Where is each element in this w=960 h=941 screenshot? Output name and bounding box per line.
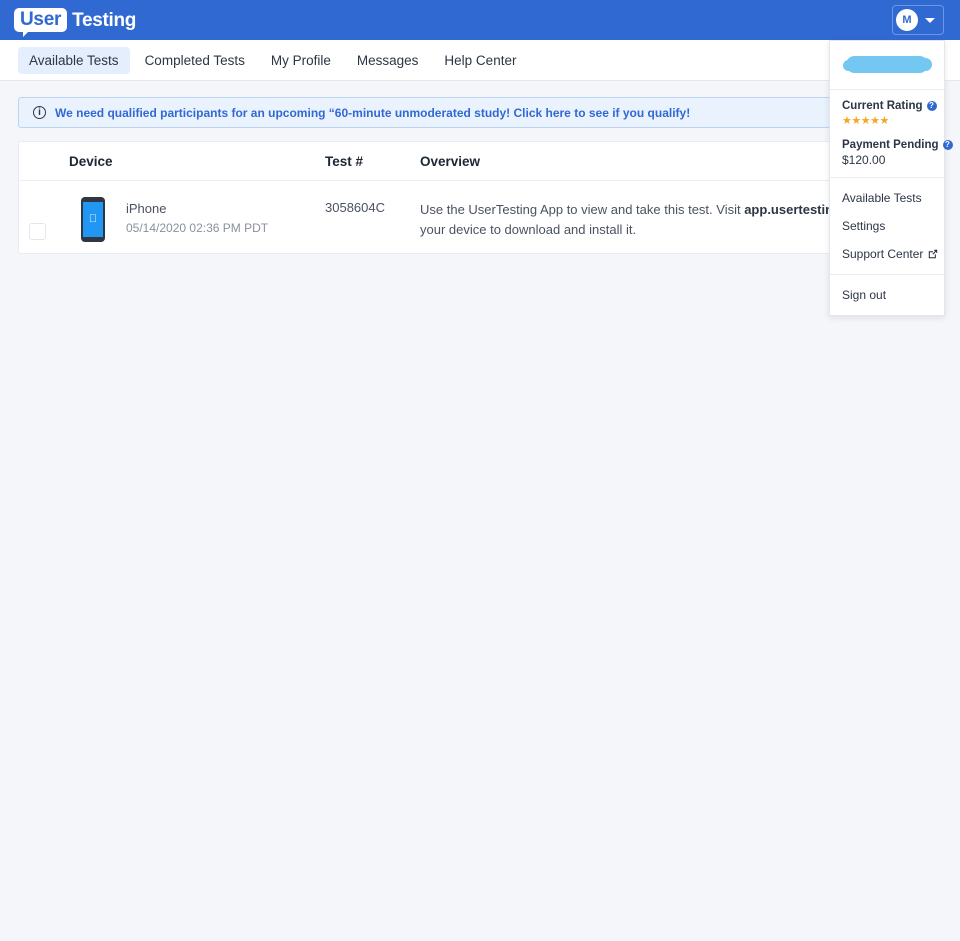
row-device-meta: iPhone 05/14/2020 02:36 PM PDT	[126, 197, 268, 237]
dropdown-item-sign-out[interactable]: Sign out	[830, 281, 944, 309]
overview-prefix: Use the UserTesting App to view and take…	[420, 202, 745, 217]
logo-bubble-text: User	[20, 9, 62, 30]
table-row:  iPhone 05/14/2020 02:36 PM PDT 3058604…	[19, 181, 941, 253]
main-navigation: Available Tests Completed Tests My Profi…	[0, 40, 960, 81]
table-header-test-number: Test #	[325, 153, 364, 169]
account-menu-button[interactable]: M	[892, 5, 944, 35]
chevron-down-icon[interactable]	[925, 17, 935, 23]
available-tests-card: Device Test # Overview  iPhone 05/14/20…	[18, 141, 942, 254]
redacted-username	[843, 56, 932, 73]
external-link-icon	[928, 249, 938, 259]
row-test-number: 3058604C	[325, 200, 385, 215]
row-device-cell:  iPhone 05/14/2020 02:36 PM PDT	[57, 197, 325, 242]
iphone-icon: 	[81, 197, 105, 242]
dropdown-item-available-tests[interactable]: Available Tests	[830, 184, 944, 212]
current-rating-label: Current Rating	[842, 100, 923, 112]
help-circle-icon-rating[interactable]: ?	[926, 101, 937, 111]
dropdown-stats-section: Current Rating ? ★★★★★ Payment Pending ?…	[830, 90, 953, 177]
avatar: M	[896, 9, 918, 31]
account-dropdown-menu: Current Rating ? ★★★★★ Payment Pending ?…	[829, 40, 953, 316]
page-content: i We need qualified participants for an …	[0, 81, 960, 254]
row-device-date: 05/14/2020 02:36 PM PDT	[126, 220, 269, 235]
top-header-bar: User Testing M	[0, 0, 960, 40]
help-circle-icon-payment[interactable]: ?	[942, 140, 953, 150]
row-select-checkbox[interactable]	[29, 223, 46, 240]
current-rating-label-row: Current Rating ?	[842, 100, 937, 112]
tab-completed-tests[interactable]: Completed Tests	[134, 47, 256, 74]
tab-my-profile[interactable]: My Profile	[260, 47, 342, 74]
row-device-name: iPhone	[126, 201, 167, 216]
dropdown-item-settings[interactable]: Settings	[830, 212, 944, 240]
row-checkbox-cell	[19, 197, 57, 240]
tab-help-center[interactable]: Help Center	[433, 47, 527, 74]
banner-text[interactable]: We need qualified participants for an up…	[55, 106, 690, 120]
apple-logo-icon: 	[89, 214, 97, 225]
tab-messages[interactable]: Messages	[346, 47, 430, 74]
dropdown-item-support-center-label: Support Center	[842, 247, 924, 261]
logo-rest-text: Testing	[72, 9, 137, 31]
payment-pending-amount: $120.00	[842, 153, 886, 167]
iphone-screen: 	[83, 202, 103, 237]
usertesting-logo[interactable]: User Testing	[14, 7, 137, 37]
dropdown-username-section	[830, 41, 944, 89]
dropdown-item-support-center[interactable]: Support Center	[830, 240, 944, 268]
row-test-number-cell: 3058604C	[325, 197, 420, 215]
qualification-banner[interactable]: i We need qualified participants for an …	[18, 97, 942, 128]
tab-available-tests[interactable]: Available Tests	[18, 46, 130, 74]
payment-pending-label: Payment Pending	[842, 139, 939, 151]
table-header-device: Device	[69, 153, 113, 169]
logo-speech-bubble: User	[14, 8, 68, 37]
table-header-row: Device Test # Overview	[19, 142, 941, 181]
payment-pending-label-row: Payment Pending ?	[842, 139, 953, 151]
rating-stars: ★★★★★	[842, 115, 889, 127]
dropdown-signout-section: Sign out	[830, 275, 944, 315]
dropdown-links-section: Available Tests Settings Support Center	[830, 178, 944, 274]
info-circle-icon: i	[33, 106, 46, 119]
